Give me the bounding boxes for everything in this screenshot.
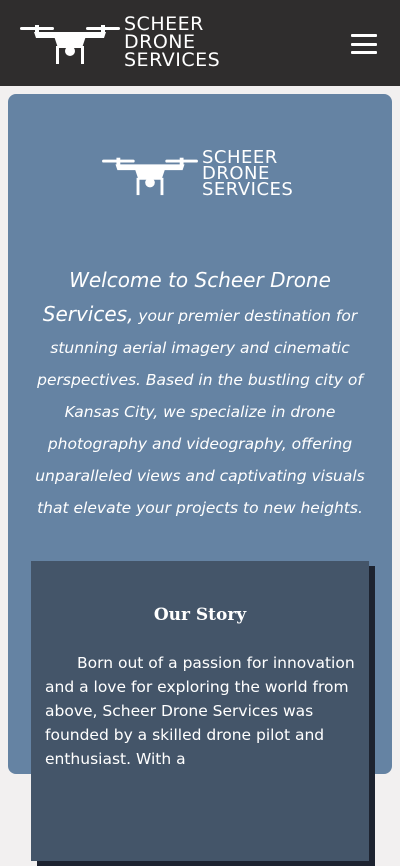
story-body: Born out of a passion for innovation and… [45, 653, 355, 768]
hero-logo: SCHEER DRONE SERVICES [100, 146, 310, 202]
top-navbar: SCHEER DRONE SERVICES [0, 0, 400, 86]
hamburger-icon[interactable] [351, 34, 377, 54]
intro-paragraph: Welcome to Scheer Drone Services, your p… [30, 264, 370, 524]
logo-text: SCHEER DRONE SERVICES [124, 15, 221, 71]
site-logo[interactable]: SCHEER DRONE SERVICES [18, 14, 222, 70]
logo-line-3: SERVICES [124, 49, 221, 71]
hero-logo-text: SCHEER DRONE SERVICES [202, 149, 294, 200]
drone-icon [102, 157, 198, 196]
hero-logo-line-3: SERVICES [202, 179, 294, 200]
story-card: Our Story Born out of a passion for inno… [31, 561, 369, 861]
menu-bar [351, 42, 377, 46]
story-title: Our Story [153, 605, 247, 626]
menu-bar [351, 34, 377, 37]
intro-body: your premier destination for stunning ae… [35, 306, 365, 517]
hero-panel: SCHEER DRONE SERVICES Welcome to Scheer … [8, 94, 392, 866]
drone-icon [20, 25, 120, 64]
menu-bar [351, 51, 377, 54]
